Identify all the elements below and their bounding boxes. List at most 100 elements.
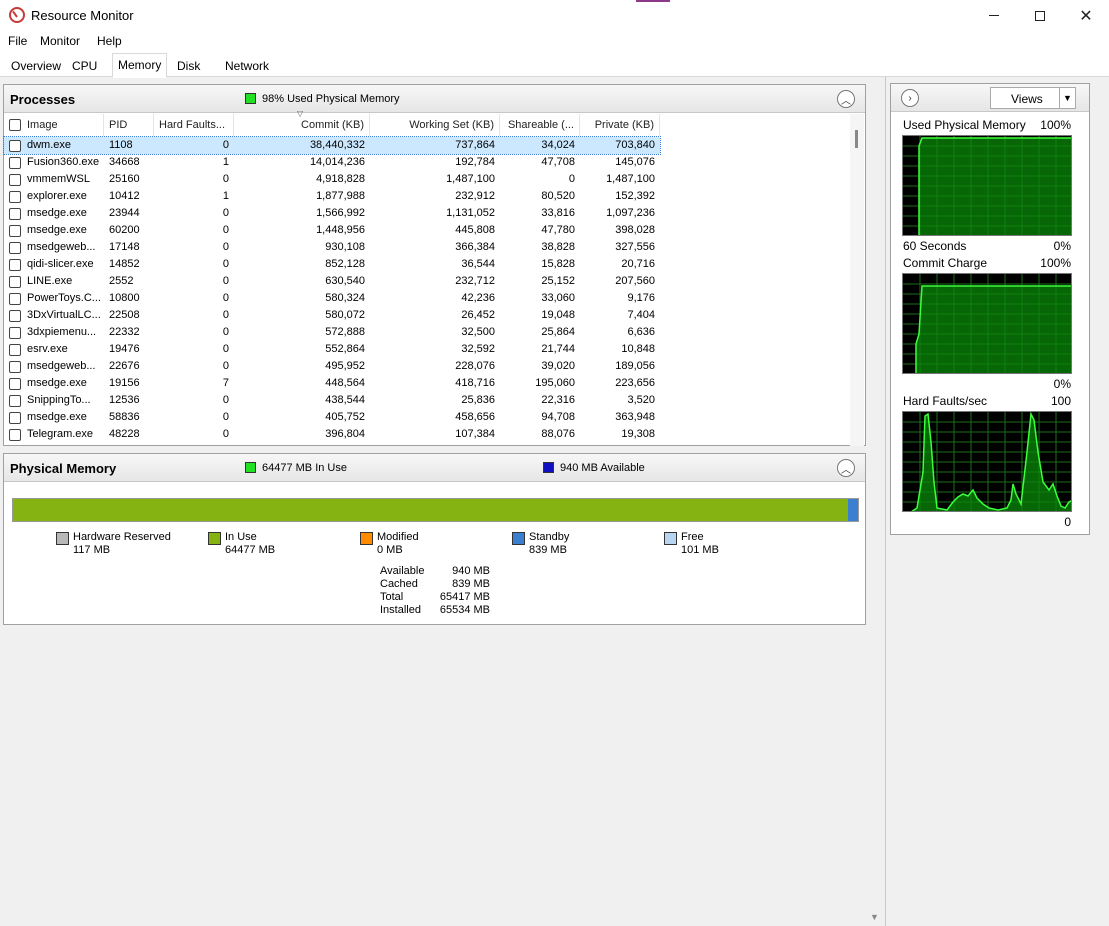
table-row[interactable]: msedge.exe 19156 7 448,564 418,716 195,060 223… xyxy=(4,375,660,392)
process-image: Telegram.exe xyxy=(27,428,94,440)
process-shareable: 21,744 xyxy=(541,343,575,355)
accent-strip xyxy=(636,0,670,2)
legend-label: Modified xyxy=(377,531,419,543)
select-all-checkbox[interactable] xyxy=(9,119,21,131)
process-image: explorer.exe xyxy=(27,190,87,202)
table-row[interactable]: esrv.exe 19476 0 552,864 32,592 21,744 10,848 xyxy=(4,341,660,358)
table-row[interactable]: qidi-slicer.exe 14852 0 852,128 36,544 15,828… xyxy=(4,256,660,273)
process-private: 703,840 xyxy=(615,139,655,151)
column-hard-faults[interactable]: Hard Faults... xyxy=(154,114,234,136)
toggle-graphs-button[interactable]: › xyxy=(901,89,919,107)
process-pid: 12536 xyxy=(109,394,140,406)
legend-swatch xyxy=(208,532,221,545)
tab-memory[interactable]: Memory xyxy=(112,53,168,78)
row-checkbox[interactable] xyxy=(9,259,21,271)
process-image: dwm.exe xyxy=(27,139,72,151)
table-row[interactable]: 3dxpiemenu... 22332 0 572,888 32,500 25,864 6,… xyxy=(4,324,660,341)
process-pid: 10800 xyxy=(109,292,140,304)
row-checkbox[interactable] xyxy=(9,191,21,203)
views-dropdown[interactable]: Views ▼ xyxy=(990,87,1076,109)
processes-scroll-thumb[interactable] xyxy=(855,130,858,148)
process-hard-faults: 0 xyxy=(222,309,229,321)
physical-memory-title: Physical Memory xyxy=(10,461,117,476)
menu-help[interactable]: Help xyxy=(97,34,122,48)
row-checkbox[interactable] xyxy=(9,140,21,152)
table-row[interactable]: msedgeweb... 22676 0 495,952 228,076 39,020 18… xyxy=(4,358,660,375)
process-private: 327,556 xyxy=(615,241,655,253)
process-hard-faults: 0 xyxy=(222,241,229,253)
process-pid: 14852 xyxy=(109,258,140,270)
maximize-button[interactable] xyxy=(1017,0,1063,31)
process-private: 152,392 xyxy=(615,190,655,202)
commit-charge-graph xyxy=(902,273,1072,374)
hard-faults-graph xyxy=(902,411,1072,512)
tab-cpu[interactable]: CPU xyxy=(66,56,103,77)
pane-divider[interactable] xyxy=(885,77,886,926)
process-private: 145,076 xyxy=(615,156,655,168)
minimize-button[interactable] xyxy=(971,0,1017,31)
row-checkbox[interactable] xyxy=(9,293,21,305)
table-row[interactable]: vmmemWSL 25160 0 4,918,828 1,487,100 0 1,487,1… xyxy=(4,171,660,188)
table-row[interactable]: msedge.exe 58836 0 405,752 458,656 94,708 363,… xyxy=(4,409,660,426)
table-row[interactable]: explorer.exe 10412 1 1,877,988 232,912 80,520… xyxy=(4,188,660,205)
row-checkbox[interactable] xyxy=(9,378,21,390)
row-checkbox[interactable] xyxy=(9,327,21,339)
tab-network[interactable]: Network xyxy=(219,56,275,77)
column-working-set[interactable]: Working Set (KB) xyxy=(370,114,500,136)
table-row[interactable]: msedge.exe 23944 0 1,566,992 1,131,052 33,816… xyxy=(4,205,660,222)
collapse-physical-memory-button[interactable]: ︿ xyxy=(837,459,855,477)
processes-header[interactable]: Processes 98% Used Physical Memory ︿ xyxy=(4,85,865,113)
row-checkbox[interactable] xyxy=(9,225,21,237)
table-row[interactable]: 3DxVirtualLC... 22508 0 580,072 26,452 19,048… xyxy=(4,307,660,324)
process-image: vmmemWSL xyxy=(27,173,90,185)
row-checkbox[interactable] xyxy=(9,429,21,441)
process-working-set: 25,836 xyxy=(461,394,495,406)
scroll-down-icon[interactable]: ▼ xyxy=(870,912,879,922)
table-row[interactable]: Telegram.exe 48228 0 396,804 107,384 88,076 19… xyxy=(4,426,660,443)
column-shareable[interactable]: Shareable (... xyxy=(500,114,580,136)
graphs-pane: › Views ▼ Used Physical Memory 100% 60 S… xyxy=(890,83,1090,535)
table-row[interactable]: msedge.exe 60200 0 1,448,956 445,808 47,780 39… xyxy=(4,222,660,239)
processes-scrollbar[interactable] xyxy=(850,114,864,446)
tab-disk[interactable]: Disk xyxy=(171,56,206,77)
row-checkbox[interactable] xyxy=(9,208,21,220)
stat-value: 65417 MB xyxy=(439,591,490,603)
row-checkbox[interactable] xyxy=(9,242,21,254)
chevron-up-icon: ︿ xyxy=(841,95,851,107)
column-pid[interactable]: PID xyxy=(104,114,154,136)
memory-standby-segment xyxy=(848,499,858,521)
row-checkbox[interactable] xyxy=(9,344,21,356)
column-private[interactable]: Private (KB) xyxy=(580,114,660,136)
collapse-processes-button[interactable]: ︿ xyxy=(837,90,855,108)
row-checkbox[interactable] xyxy=(9,361,21,373)
row-checkbox[interactable] xyxy=(9,276,21,288)
process-shareable: 33,816 xyxy=(541,207,575,219)
process-private: 1,487,100 xyxy=(606,173,655,185)
legend-label: Standby xyxy=(529,531,570,543)
menu-file[interactable]: File xyxy=(8,34,27,48)
row-checkbox[interactable] xyxy=(9,310,21,322)
menu-monitor[interactable]: Monitor xyxy=(40,34,80,48)
process-commit: 630,540 xyxy=(325,275,365,287)
process-hard-faults: 1 xyxy=(222,190,229,202)
process-pid: 19476 xyxy=(109,343,140,355)
process-hard-faults: 0 xyxy=(222,207,229,219)
table-row[interactable]: SnippingTo... 12536 0 438,544 25,836 22,316 3,… xyxy=(4,392,660,409)
row-checkbox[interactable] xyxy=(9,395,21,407)
row-checkbox[interactable] xyxy=(9,174,21,186)
table-row[interactable]: dwm.exe 1108 0 38,440,332 737,864 34,024 703,8… xyxy=(3,136,661,155)
process-image: msedge.exe xyxy=(27,377,87,389)
table-row[interactable]: LINE.exe 2552 0 630,540 232,712 25,152 207,560 xyxy=(4,273,660,290)
tab-overview[interactable]: Overview xyxy=(5,56,67,77)
table-row[interactable]: PowerToys.C... 10800 0 580,324 42,236 33,060 9… xyxy=(4,290,660,307)
row-checkbox[interactable] xyxy=(9,157,21,169)
close-button[interactable]: ✕ xyxy=(1063,0,1109,31)
table-row[interactable]: Fusion360.exe 34668 1 14,014,236 192,784 47,7… xyxy=(4,154,660,171)
process-commit: 495,952 xyxy=(325,360,365,372)
dropdown-arrow-icon[interactable]: ▼ xyxy=(1059,88,1075,108)
processes-panel: Processes 98% Used Physical Memory ︿ Ima… xyxy=(3,84,866,446)
table-row[interactable]: msedgeweb... 17148 0 930,108 366,384 38,828 32… xyxy=(4,239,660,256)
column-image[interactable]: Image xyxy=(22,114,104,136)
row-checkbox[interactable] xyxy=(9,412,21,424)
physical-memory-header[interactable]: Physical Memory 64477 MB In Use 940 MB A… xyxy=(4,454,865,482)
